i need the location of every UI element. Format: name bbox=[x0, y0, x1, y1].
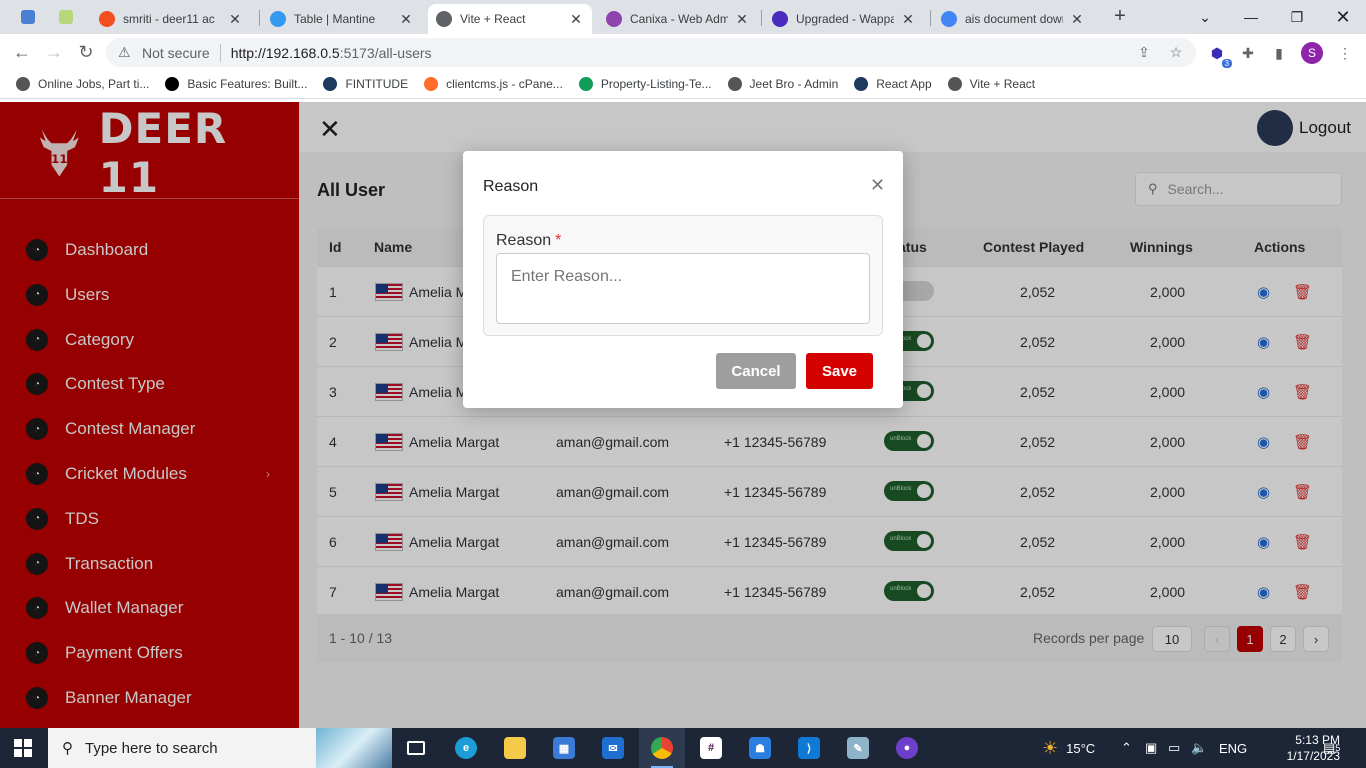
windows-taskbar: ⚲ Type here to search e ▦ ✉ # ☗ ⟩ ✎ ● ☀ … bbox=[0, 728, 1366, 768]
chrome-icon[interactable] bbox=[639, 728, 685, 768]
bookmark-icon bbox=[578, 77, 593, 91]
tab-title: Upgraded - Wappa bbox=[796, 12, 894, 26]
network-icon[interactable]: ▭ bbox=[1168, 728, 1180, 768]
extension-icon[interactable]: ⬢ 3 bbox=[1206, 42, 1232, 68]
reload-button[interactable]: ↻ bbox=[74, 40, 98, 64]
bookmark-item[interactable]: Property-Listing-Te... bbox=[578, 77, 712, 91]
notifications-icon[interactable]: ▤ 5 bbox=[1323, 728, 1340, 768]
language-indicator[interactable]: ENG bbox=[1219, 728, 1247, 768]
edge-icon[interactable]: e bbox=[443, 728, 489, 768]
windows-start-icon[interactable] bbox=[14, 739, 32, 757]
vscode-icon[interactable]: ⟩ bbox=[786, 728, 832, 768]
modal-close-icon[interactable]: ✕ bbox=[870, 175, 885, 196]
tab-title: Canixa - Web Admi bbox=[630, 12, 728, 26]
browser-toolbar: ← → ↻ ⚠ Not secure http://192.168.0.5:51… bbox=[0, 34, 1366, 70]
modal-title: Reason bbox=[483, 178, 539, 195]
slack-icon[interactable]: # bbox=[688, 728, 734, 768]
tab-search-icon[interactable] bbox=[14, 6, 42, 28]
bookmark-icon bbox=[16, 77, 30, 91]
weather-sun-icon: ☀ bbox=[1042, 737, 1059, 758]
minimize-button[interactable]: — bbox=[1228, 0, 1274, 34]
tab-close-icon[interactable]: ✕ bbox=[398, 11, 414, 28]
bookmark-icon bbox=[165, 77, 180, 91]
maximize-button[interactable]: ❐ bbox=[1274, 0, 1320, 34]
browser-tab[interactable]: Table | Mantine ✕ bbox=[262, 4, 422, 34]
github-icon[interactable]: ● bbox=[884, 728, 930, 768]
browser-tab-strip: smriti - deer11 ac ✕ Table | Mantine ✕ Vite … bbox=[0, 0, 1366, 34]
bookmark-icon bbox=[854, 77, 869, 91]
bookmark-item[interactable]: FINTITUDE bbox=[323, 77, 408, 91]
new-tab-button[interactable]: + bbox=[1108, 5, 1132, 29]
bookmark-item[interactable]: React App bbox=[854, 77, 932, 91]
volume-muted-icon[interactable]: 🔈 bbox=[1191, 728, 1207, 768]
side-panel-icon[interactable]: ▮ bbox=[1268, 42, 1290, 64]
meet-icon[interactable]: ▣ bbox=[1145, 728, 1157, 768]
bookmark-icon bbox=[947, 77, 962, 91]
file-explorer-icon[interactable] bbox=[492, 728, 538, 768]
bookmark-item[interactable]: Vite + React bbox=[947, 77, 1035, 91]
bookmark-icon bbox=[424, 77, 439, 91]
browser-tab[interactable]: ais document down ✕ bbox=[933, 4, 1093, 34]
tab-close-icon[interactable]: ✕ bbox=[734, 11, 750, 28]
not-secure-label: Not secure bbox=[142, 44, 210, 61]
cancel-button[interactable]: Cancel bbox=[716, 353, 796, 389]
bookmark-icon bbox=[727, 77, 742, 91]
task-view-icon[interactable] bbox=[393, 728, 439, 768]
forward-button[interactable]: → bbox=[42, 40, 66, 64]
bookmarks-bar: Online Jobs, Part ti... Basic Features: B… bbox=[0, 70, 1366, 99]
store-icon[interactable]: ▦ bbox=[541, 728, 587, 768]
mantine-icon bbox=[270, 11, 286, 27]
search-icon: ⚲ bbox=[62, 740, 73, 757]
tab-title: smriti - deer11 ac bbox=[123, 12, 215, 26]
show-hidden-icons[interactable]: ⌃ bbox=[1121, 728, 1132, 768]
save-button[interactable]: Save bbox=[806, 353, 873, 389]
tab-close-icon[interactable]: ✕ bbox=[227, 11, 243, 28]
tab-title: Vite + React bbox=[460, 12, 526, 26]
reason-textarea[interactable] bbox=[496, 253, 870, 324]
figma-icon bbox=[99, 11, 115, 27]
url-text: http://192.168.0.5:5173/all-users bbox=[230, 44, 432, 61]
browser-tab[interactable]: Upgraded - Wappa ✕ bbox=[764, 4, 924, 34]
tab-close-icon[interactable]: ✕ bbox=[900, 11, 916, 28]
bookmark-item[interactable]: Online Jobs, Part ti... bbox=[16, 77, 149, 91]
canixa-icon bbox=[606, 11, 622, 27]
browser-menu-icon[interactable]: ⋮ bbox=[1334, 42, 1356, 64]
tab-close-icon[interactable]: ✕ bbox=[1069, 11, 1085, 28]
wappalyzer-icon bbox=[772, 11, 788, 27]
browser-tab[interactable]: smriti - deer11 ac ✕ bbox=[91, 4, 251, 34]
tab-title: ais document down bbox=[965, 12, 1063, 26]
warning-icon: ⚠ bbox=[118, 44, 131, 60]
reason-modal: Reason ✕ Reason* Cancel Save bbox=[463, 151, 903, 408]
taskbar-search-input[interactable]: ⚲ Type here to search bbox=[48, 728, 392, 768]
pinned-tab-icon[interactable] bbox=[52, 6, 80, 28]
app-icon[interactable]: ☗ bbox=[737, 728, 783, 768]
address-bar[interactable]: ⚠ Not secure http://192.168.0.5:5173/all… bbox=[106, 38, 1196, 67]
profile-avatar[interactable]: S bbox=[1301, 42, 1323, 64]
editor-icon[interactable]: ✎ bbox=[835, 728, 881, 768]
modal-backdrop-sidebar[interactable] bbox=[0, 102, 299, 728]
mail-icon[interactable]: ✉ bbox=[590, 728, 636, 768]
bookmark-icon bbox=[323, 77, 338, 91]
browser-tab[interactable]: Canixa - Web Admi ✕ bbox=[598, 4, 758, 34]
tab-search-chevron-icon[interactable]: ⌄ bbox=[1182, 0, 1228, 34]
extensions-puzzle-icon[interactable]: ✚ bbox=[1237, 42, 1259, 64]
weather-widget[interactable]: ☀ 15°C bbox=[1042, 728, 1095, 768]
bookmark-star-icon[interactable]: ☆ bbox=[1164, 38, 1188, 67]
reason-field-label: Reason * bbox=[496, 232, 562, 249]
bookmark-item[interactable]: Basic Features: Built... bbox=[165, 77, 307, 91]
google-icon bbox=[941, 11, 957, 27]
browser-tab[interactable]: Vite + React ✕ bbox=[428, 4, 592, 34]
close-window-button[interactable]: ✕ bbox=[1320, 0, 1366, 34]
bookmark-item[interactable]: clientcms.js - cPane... bbox=[424, 77, 563, 91]
tab-title: Table | Mantine bbox=[294, 12, 376, 26]
reason-field-group: Reason * bbox=[483, 215, 883, 336]
share-icon[interactable]: ⇪ bbox=[1132, 38, 1156, 67]
search-highlight-image bbox=[316, 728, 392, 768]
globe-icon bbox=[436, 11, 452, 27]
tab-close-icon[interactable]: ✕ bbox=[568, 11, 584, 28]
back-button[interactable]: ← bbox=[10, 40, 34, 64]
bookmark-item[interactable]: Jeet Bro - Admin bbox=[727, 77, 838, 91]
